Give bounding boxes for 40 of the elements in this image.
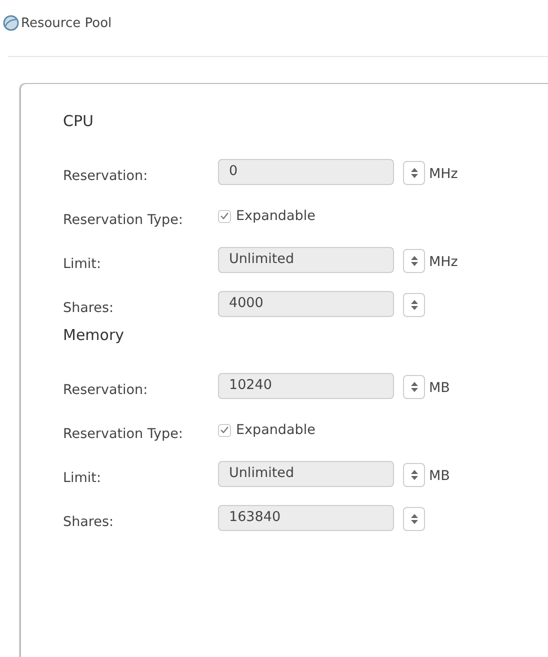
spinner-button[interactable]	[403, 249, 425, 273]
spinner-arrows-icon	[410, 168, 418, 178]
spinner-arrows-icon	[410, 300, 418, 310]
spinner-arrows-icon	[410, 470, 418, 480]
input-field[interactable]: 0	[218, 159, 394, 185]
spinner-arrows-icon	[410, 382, 418, 392]
resource-pool-icon	[3, 15, 19, 31]
check-icon	[220, 212, 229, 220]
field-label: Reservation Type:	[63, 425, 184, 442]
unit-label: MHz	[429, 253, 458, 270]
spinner-button[interactable]	[403, 463, 425, 487]
input-field[interactable]: 4000	[218, 291, 394, 317]
spinner-button[interactable]	[403, 161, 425, 185]
field-label: Shares:	[63, 513, 115, 530]
section-title: CPU	[63, 112, 94, 132]
section-title: Memory	[63, 326, 126, 346]
input-field[interactable]: 163840	[218, 505, 394, 531]
spinner-arrows-icon	[410, 514, 418, 524]
unit-label: MB	[429, 467, 450, 484]
spinner-button[interactable]	[403, 375, 425, 399]
checkbox[interactable]	[218, 424, 231, 436]
unit-label: MHz	[429, 165, 458, 182]
checkbox-label: Expandable	[236, 422, 316, 438]
checkbox[interactable]	[218, 210, 231, 222]
field-label: Limit:	[63, 255, 102, 272]
field-label: Shares:	[63, 299, 115, 316]
field-label: Reservation:	[63, 167, 149, 184]
spinner-button[interactable]	[403, 293, 425, 317]
unit-label: MB	[429, 379, 450, 396]
page-title: Resource Pool	[21, 16, 112, 30]
input-field[interactable]: 10240	[218, 373, 394, 399]
field-label: Reservation Type:	[63, 211, 184, 228]
input-field[interactable]: Unlimited	[218, 461, 394, 487]
check-icon	[220, 426, 229, 434]
checkbox-label: Expandable	[236, 208, 316, 224]
spinner-arrows-icon	[410, 256, 418, 266]
field-label: Limit:	[63, 469, 102, 486]
field-label: Reservation:	[63, 381, 149, 398]
spinner-button[interactable]	[403, 507, 425, 531]
input-field[interactable]: Unlimited	[218, 247, 394, 273]
